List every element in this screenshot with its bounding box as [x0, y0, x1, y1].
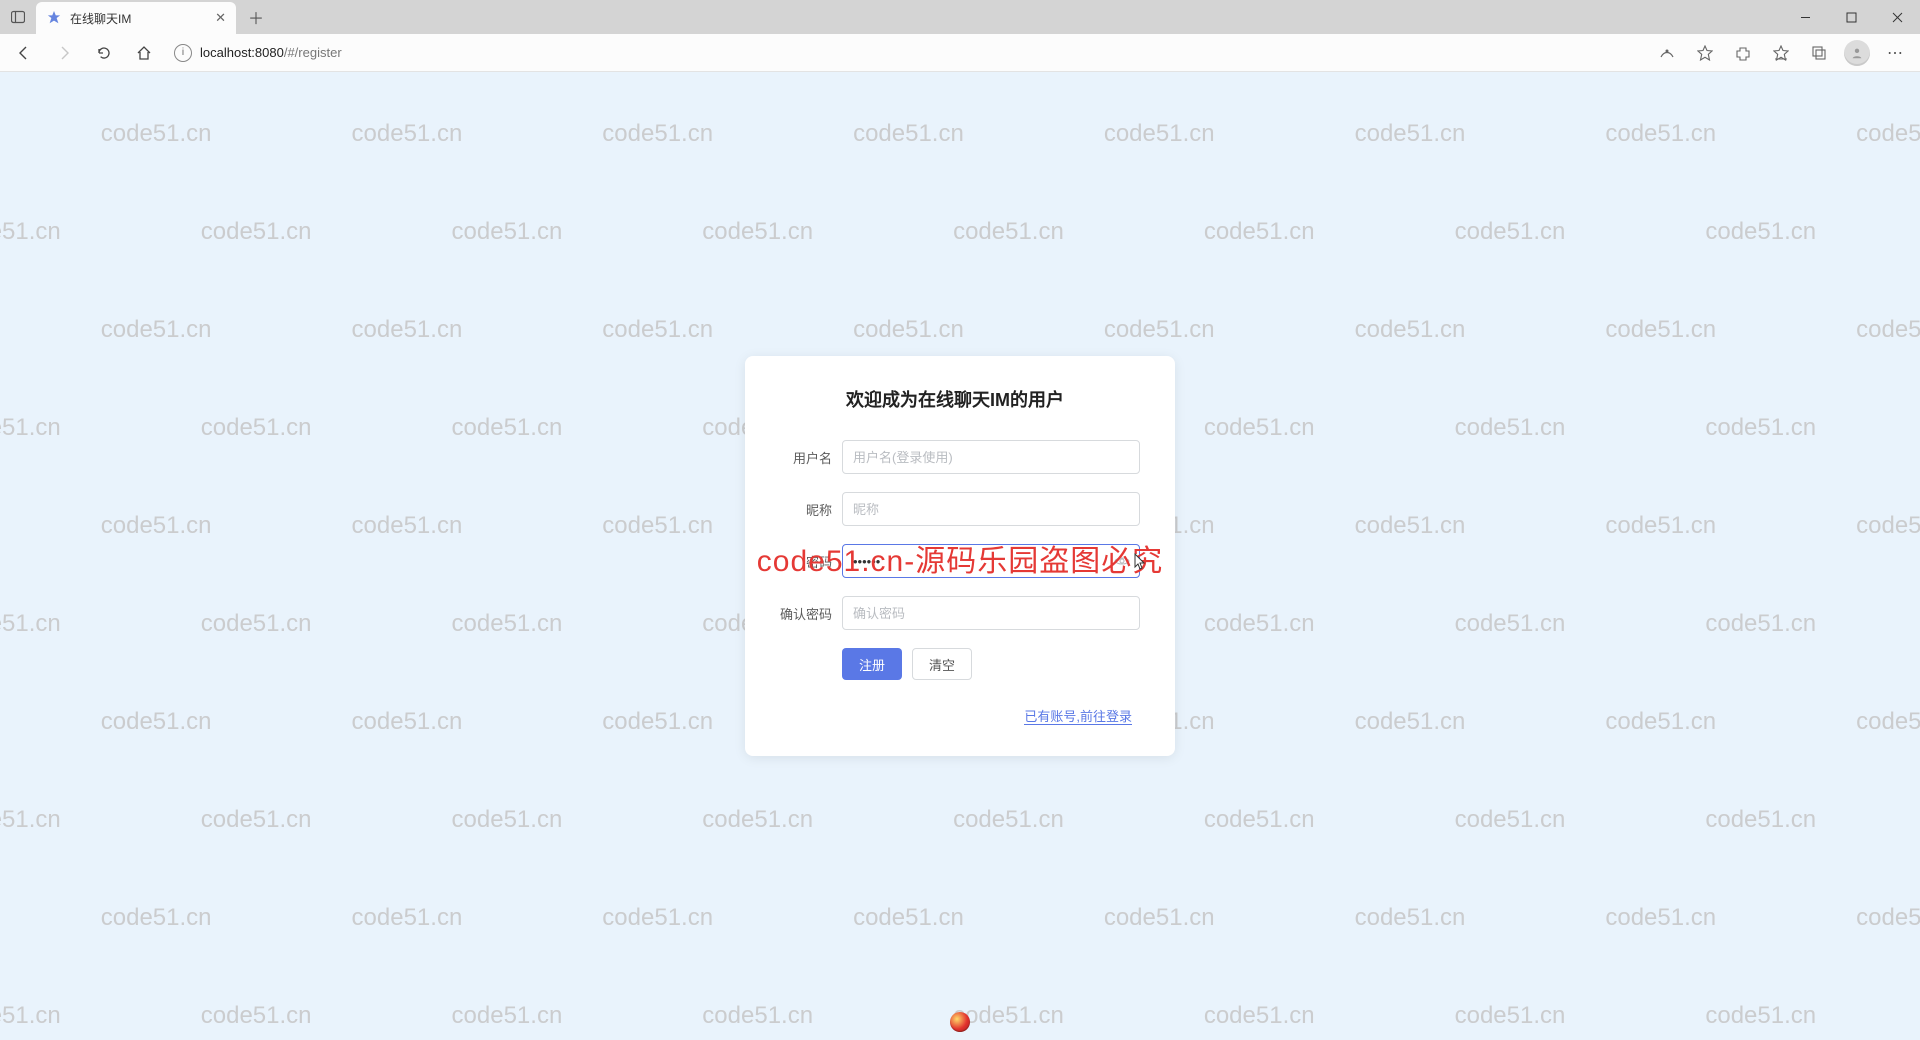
extensions-icon[interactable] — [1726, 37, 1760, 69]
emblem-icon — [950, 1012, 970, 1032]
url-bar[interactable]: i localhost:8080/#/register — [168, 38, 1642, 68]
collections-icon[interactable] — [1802, 37, 1836, 69]
confirm-password-label: 确认密码 — [770, 604, 842, 623]
username-input[interactable] — [842, 440, 1140, 474]
card-title: 欢迎成为在线聊天IM的用户 — [770, 386, 1140, 412]
eye-icon[interactable] — [1114, 553, 1130, 569]
page-viewport: code51.cncode51.cncode51.cncode51.cncode… — [0, 72, 1920, 1040]
confirm-password-input[interactable] — [842, 596, 1140, 630]
clear-button[interactable]: 清空 — [912, 648, 972, 680]
titlebar: 在线聊天IM ✕ ＋ — [0, 0, 1920, 34]
tab-close-icon[interactable]: ✕ — [215, 10, 226, 26]
site-info-icon[interactable]: i — [174, 44, 192, 62]
back-button[interactable] — [8, 37, 40, 69]
close-window-button[interactable] — [1874, 0, 1920, 34]
username-label: 用户名 — [770, 448, 842, 467]
register-card: 欢迎成为在线聊天IM的用户 用户名 昵称 密码 确认密码 — [745, 356, 1175, 756]
window-controls — [1782, 0, 1920, 34]
password-label: 密码 — [770, 552, 842, 571]
addressbar: i localhost:8080/#/register ⋯ — [0, 34, 1920, 72]
new-tab-button[interactable]: ＋ — [242, 3, 270, 31]
more-menu-icon[interactable]: ⋯ — [1878, 37, 1912, 69]
password-input[interactable] — [842, 544, 1140, 578]
tabs-panel-icon[interactable] — [0, 10, 36, 24]
minimize-button[interactable] — [1782, 0, 1828, 34]
nickname-input[interactable] — [842, 492, 1140, 526]
register-button[interactable]: 注册 — [842, 648, 902, 680]
favorites-icon[interactable] — [1764, 37, 1798, 69]
maximize-button[interactable] — [1828, 0, 1874, 34]
read-aloud-icon[interactable] — [1650, 37, 1684, 69]
star-icon[interactable] — [1688, 37, 1722, 69]
profile-avatar[interactable] — [1840, 37, 1874, 69]
tab-favicon-icon — [46, 10, 62, 26]
nickname-label: 昵称 — [770, 500, 842, 519]
login-link[interactable]: 已有账号,前往登录 — [1024, 709, 1132, 725]
browser-tab[interactable]: 在线聊天IM ✕ — [36, 2, 236, 34]
refresh-button[interactable] — [88, 37, 120, 69]
url-text: localhost:8080/#/register — [200, 45, 342, 60]
tab-title: 在线聊天IM — [70, 10, 207, 27]
home-button[interactable] — [128, 37, 160, 69]
forward-button[interactable] — [48, 37, 80, 69]
